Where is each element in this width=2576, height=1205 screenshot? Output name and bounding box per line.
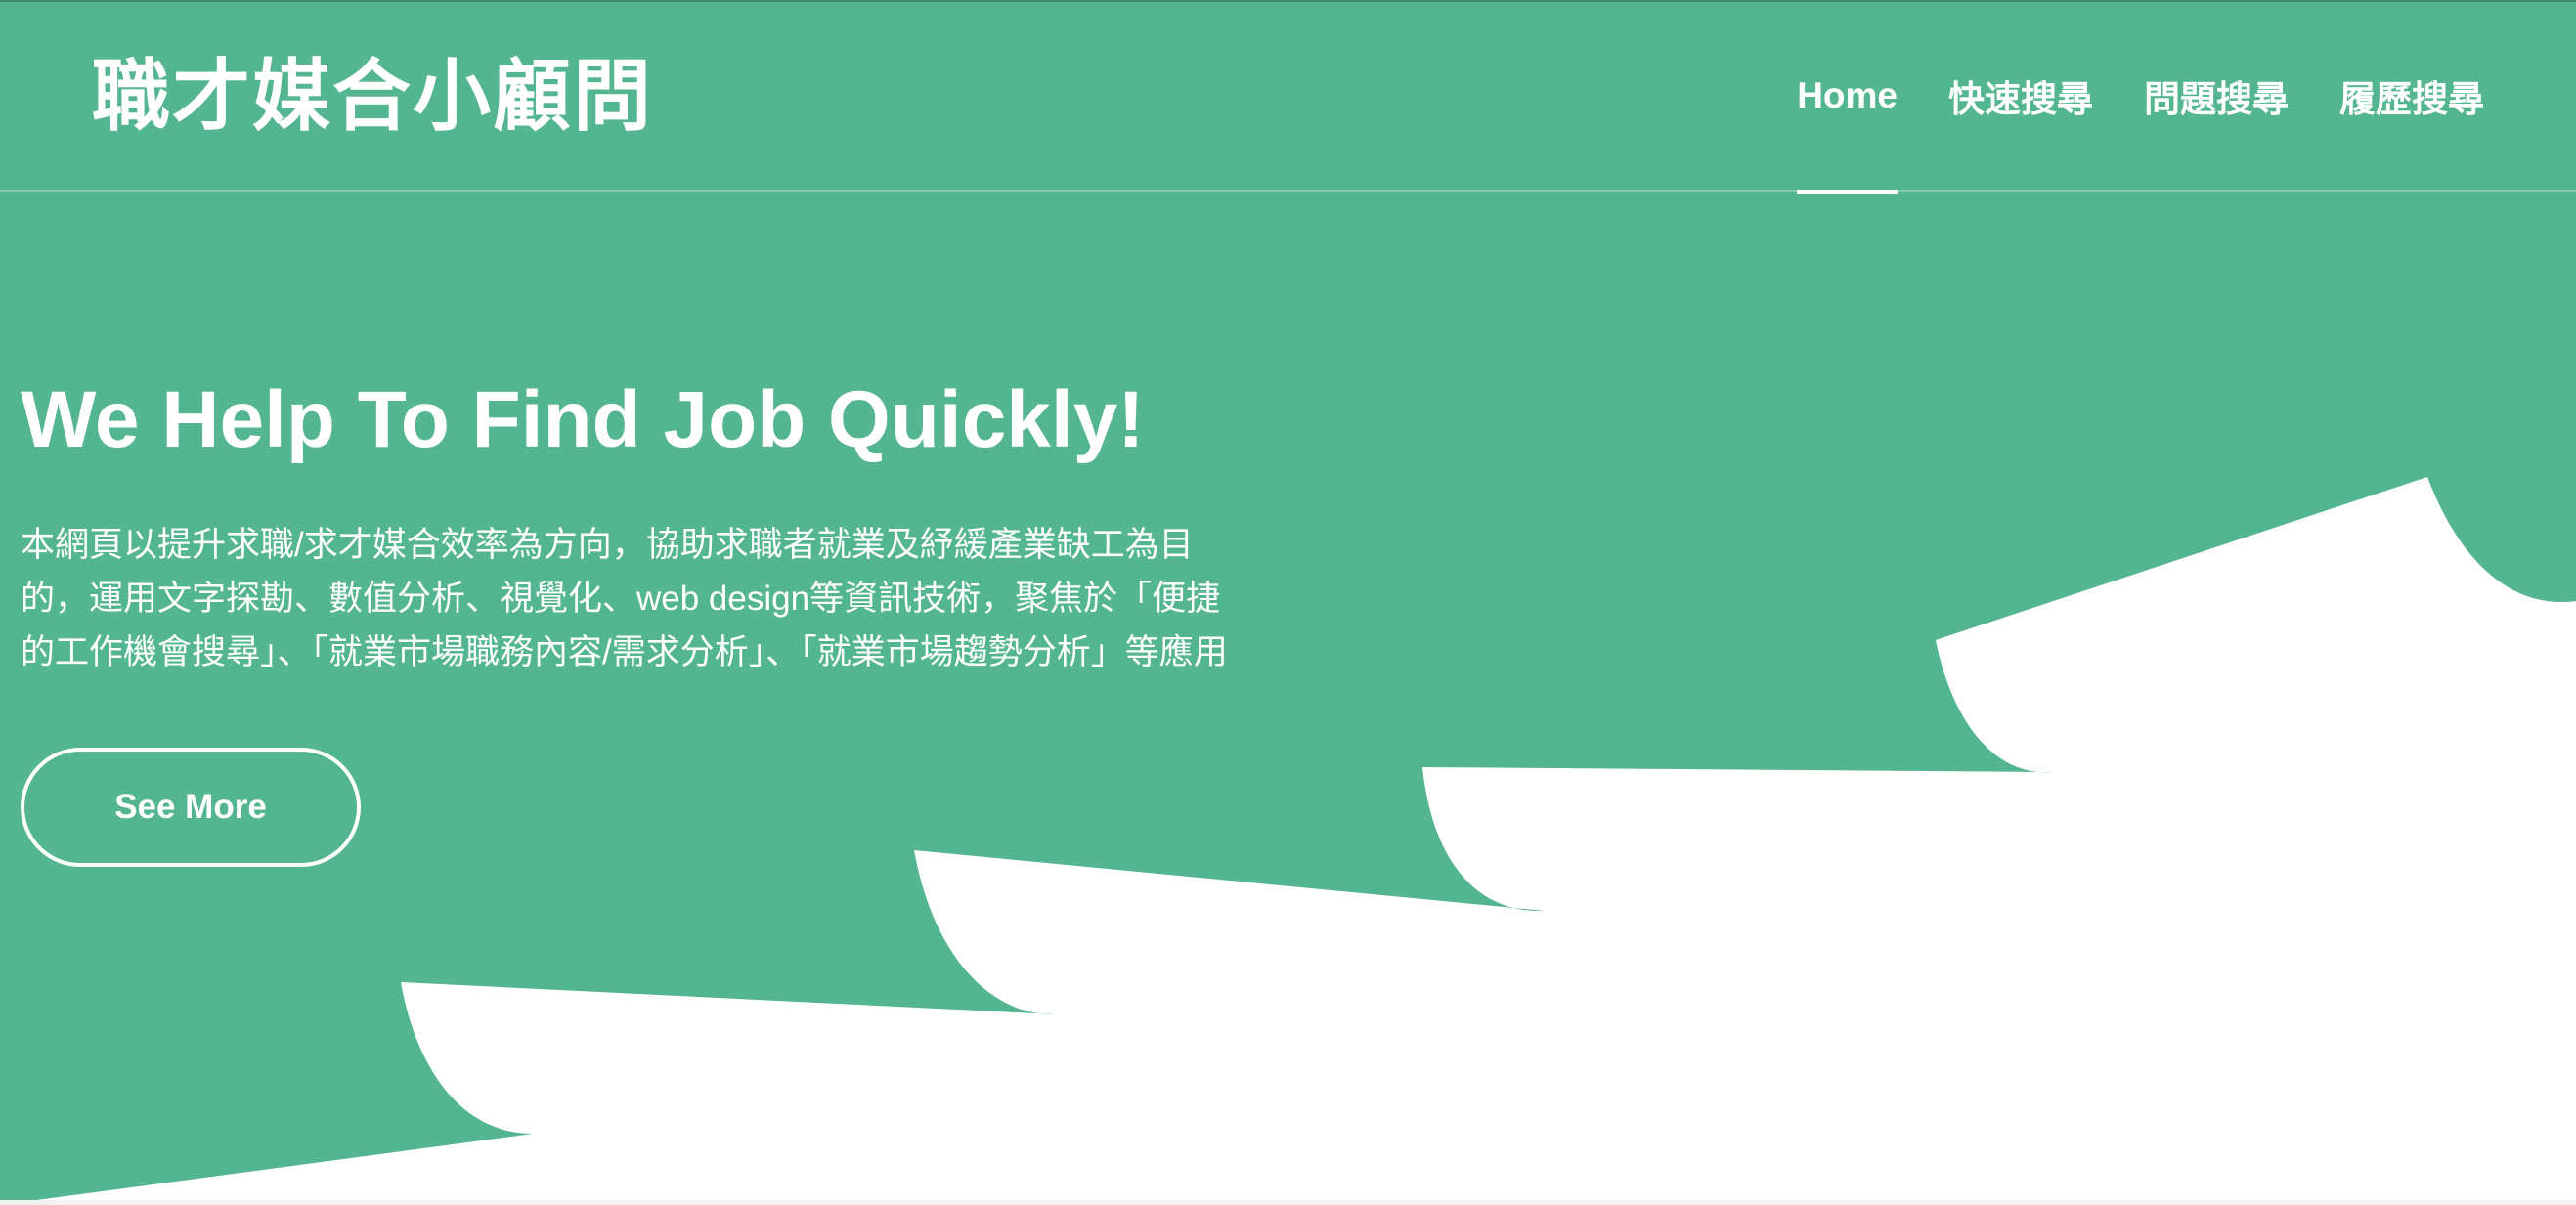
nav-item-resume-search[interactable]: 履歷搜尋 <box>2339 0 2484 192</box>
hero-description: 本網頁以提升求職/求才媒合效率為方向，協助求職者就業及紓緩產業缺工為目的，運用文… <box>21 526 1228 671</box>
see-more-button[interactable]: See More <box>21 748 361 867</box>
bottom-divider <box>0 1200 2576 1205</box>
page: 職才媒合小顧問 Home 快速搜尋 問題搜尋 履歷搜尋 We Help To F… <box>0 0 2576 1205</box>
hero-title: We Help To Find Job Quickly! <box>21 375 1145 464</box>
nav-item-quick-search[interactable]: 快速搜尋 <box>1948 0 2093 192</box>
hero-section: We Help To Find Job Quickly! 本網頁以提升求職/求才… <box>21 362 1252 867</box>
nav-item-home[interactable]: Home <box>1797 0 1898 194</box>
nav-item-question-search[interactable]: 問題搜尋 <box>2144 0 2289 192</box>
site-logo-text[interactable]: 職才媒合小顧問 <box>92 43 653 151</box>
site-header: 職才媒合小顧問 Home 快速搜尋 問題搜尋 履歷搜尋 <box>0 0 2576 194</box>
main-nav: Home 快速搜尋 問題搜尋 履歷搜尋 <box>1797 0 2484 194</box>
